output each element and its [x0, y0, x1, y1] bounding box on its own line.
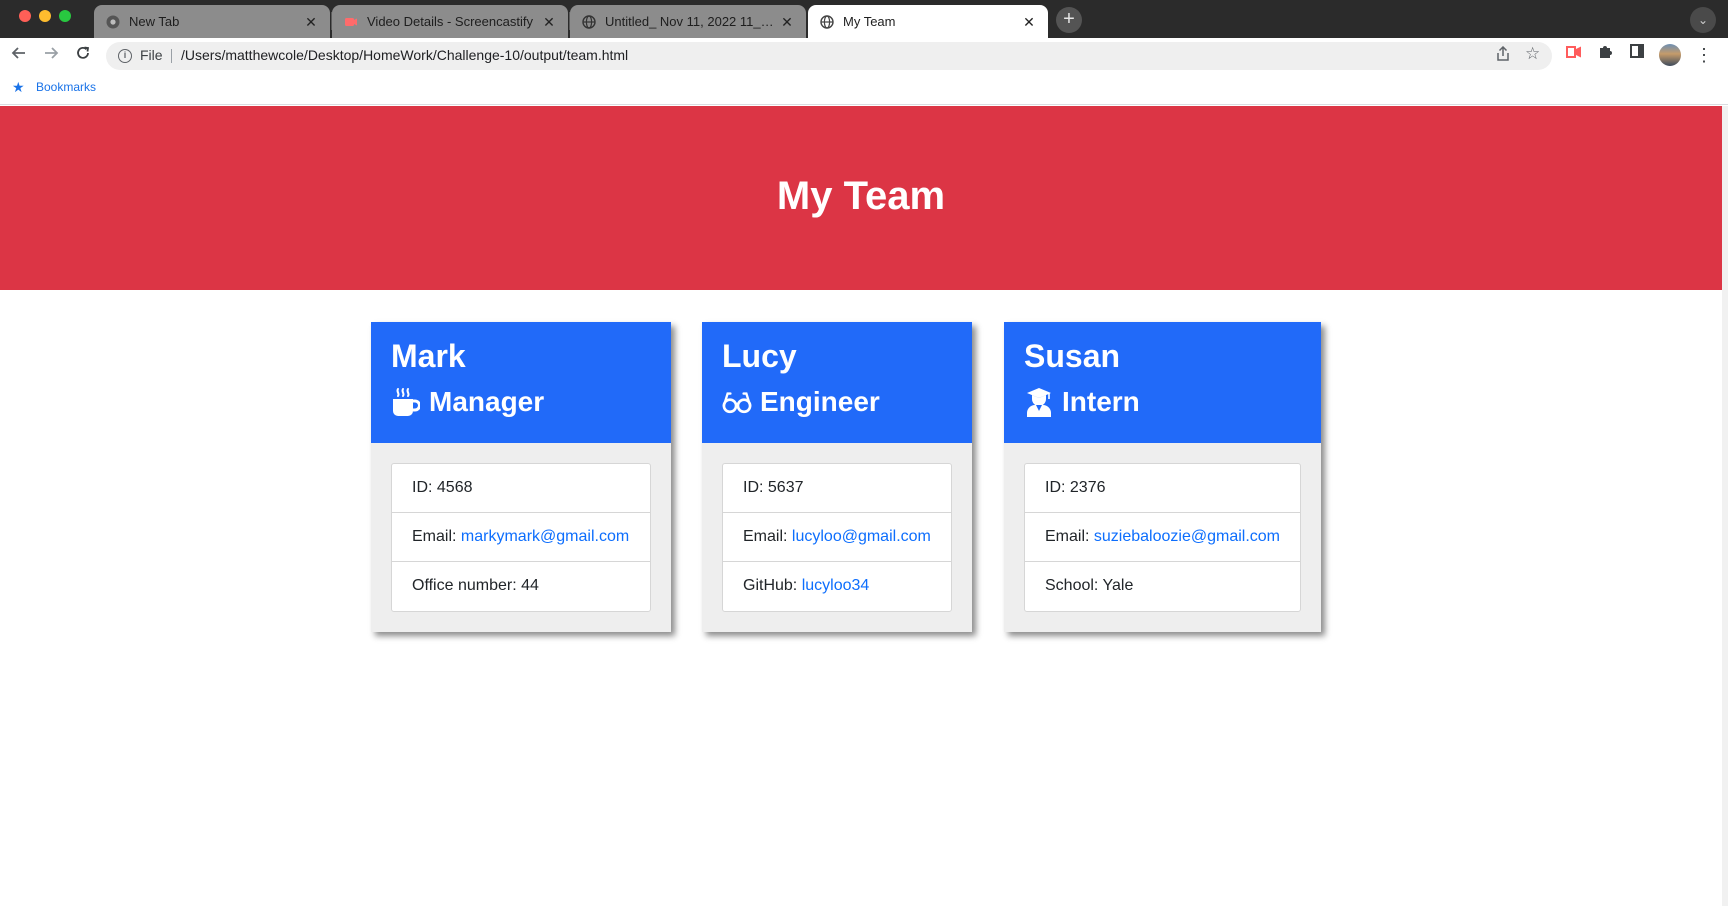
id-label: ID:	[412, 479, 433, 496]
tab-title: New Tab	[129, 14, 180, 29]
tab-untitled[interactable]: Untitled_ Nov 11, 2022 11_59 ✕	[570, 5, 806, 38]
employee-details-list: ID: 5637 Email: lucyloo@gmail.com GitHub…	[722, 463, 952, 612]
tab-title: Untitled_ Nov 11, 2022 11_59	[605, 14, 774, 29]
side-panel-icon[interactable]	[1625, 43, 1649, 67]
email-label: Email:	[412, 528, 457, 545]
reload-button[interactable]	[71, 43, 95, 67]
tab-search-button[interactable]: ⌄	[1690, 7, 1716, 33]
address-divider	[171, 49, 172, 63]
page-header: My Team	[0, 106, 1722, 290]
role-label: Manager	[429, 386, 545, 417]
close-tab-icon[interactable]: ✕	[542, 15, 556, 29]
back-button[interactable]	[7, 43, 31, 67]
share-icon[interactable]	[1496, 45, 1510, 65]
office-label: Office number:	[412, 577, 517, 594]
tab-strip: New Tab ✕ Video Details - Screencastify …	[0, 0, 1728, 38]
card-header: Susan Intern	[1004, 322, 1321, 443]
detail-id: ID: 5637	[723, 464, 951, 513]
screencastify-extension-icon[interactable]	[1562, 43, 1586, 67]
email-link[interactable]: suziebaloozie@gmail.com	[1094, 528, 1280, 545]
github-label: GitHub:	[743, 577, 798, 594]
employee-name: Susan	[1024, 338, 1121, 374]
id-label: ID:	[1045, 479, 1066, 496]
detail-office-number: Office number: 44	[392, 562, 650, 611]
detail-id: ID: 4568	[392, 464, 650, 513]
globe-icon	[582, 14, 596, 29]
arrow-left-icon	[11, 47, 25, 59]
detail-id: ID: 2376	[1025, 464, 1300, 513]
role-label: Intern	[1062, 386, 1140, 417]
globe-icon	[820, 14, 834, 29]
address-bar[interactable]: i File /Users/matthewcole/Desktop/HomeWo…	[106, 42, 1552, 70]
screencastify-icon	[344, 15, 358, 29]
school-value: Yale	[1102, 577, 1134, 594]
employee-card-engineer: Lucy Engineer ID: 5637 Email: lucyloo@gm…	[702, 322, 972, 632]
email-link[interactable]: markymark@gmail.com	[461, 528, 629, 545]
arrow-right-icon	[45, 47, 59, 59]
page-scrollbar[interactable]	[1722, 106, 1728, 906]
bookmarks-bar: ★ Bookmarks	[0, 73, 1728, 105]
github-link[interactable]: lucyloo34	[802, 577, 870, 594]
school-label: School:	[1045, 577, 1099, 594]
card-header: Lucy Engineer	[702, 322, 972, 443]
close-tab-icon[interactable]: ✕	[1022, 15, 1036, 29]
email-label: Email:	[743, 528, 788, 545]
id-value: 4568	[436, 479, 473, 496]
close-window-button[interactable]	[19, 10, 31, 22]
detail-email: Email: suziebaloozie@gmail.com	[1025, 513, 1300, 562]
url-text[interactable]: /Users/matthewcole/Desktop/HomeWork/Chal…	[181, 47, 628, 63]
employee-name: Lucy	[722, 338, 797, 374]
page-viewport: My Team Mark Manager ID: 4568 Email: mar…	[0, 106, 1722, 906]
employee-details-list: ID: 4568 Email: markymark@gmail.com Offi…	[391, 463, 651, 612]
tab-title: My Team	[843, 14, 896, 29]
close-tab-icon[interactable]: ✕	[780, 15, 794, 29]
profile-avatar[interactable]	[1659, 44, 1681, 66]
detail-email: Email: lucyloo@gmail.com	[723, 513, 951, 562]
new-tab-button[interactable]: +	[1056, 7, 1082, 33]
employee-role: Intern	[1024, 385, 1140, 419]
employee-role: Engineer	[722, 385, 880, 419]
minimize-window-button[interactable]	[39, 10, 51, 22]
id-value: 2376	[1069, 479, 1106, 496]
office-value: 44	[521, 577, 539, 594]
employee-details-list: ID: 2376 Email: suziebaloozie@gmail.com …	[1024, 463, 1301, 612]
bookmark-star-icon[interactable]: ☆	[1525, 44, 1540, 64]
employee-card-manager: Mark Manager ID: 4568 Email: markymark@g…	[371, 322, 671, 632]
mug-hot-icon	[391, 387, 421, 417]
browser-toolbar: i File /Users/matthewcole/Desktop/HomeWo…	[0, 38, 1728, 73]
info-icon[interactable]: i	[118, 49, 132, 63]
reload-icon	[77, 46, 90, 59]
page-title: My Team	[776, 174, 946, 218]
forward-button[interactable]	[39, 43, 63, 67]
tab-screencastify[interactable]: Video Details - Screencastify ✕	[332, 5, 568, 38]
graduate-icon	[1024, 387, 1054, 417]
detail-email: Email: markymark@gmail.com	[392, 513, 650, 562]
bookmarks-folder[interactable]: Bookmarks	[36, 80, 96, 94]
star-icon: ★	[12, 79, 25, 95]
employee-name: Mark	[391, 338, 466, 374]
chrome-icon	[106, 15, 120, 29]
close-tab-icon[interactable]: ✕	[304, 15, 318, 29]
tab-new-tab[interactable]: New Tab ✕	[94, 5, 330, 38]
zoom-window-button[interactable]	[59, 10, 71, 22]
more-menu-icon[interactable]: ⋮	[1692, 43, 1716, 67]
email-label: Email:	[1045, 528, 1090, 545]
url-scheme-label: File	[140, 47, 163, 63]
card-header: Mark Manager	[371, 322, 671, 443]
tab-title: Video Details - Screencastify	[367, 14, 533, 29]
employee-role: Manager	[391, 385, 544, 419]
id-value: 5637	[767, 479, 804, 496]
role-label: Engineer	[760, 386, 880, 417]
employee-card-intern: Susan Intern ID: 2376 Email: suziebalooz…	[1004, 322, 1321, 632]
detail-github: GitHub: lucyloo34	[723, 562, 951, 611]
glasses-icon	[722, 387, 752, 417]
extensions-puzzle-icon[interactable]	[1593, 43, 1617, 67]
id-label: ID:	[743, 479, 764, 496]
email-link[interactable]: lucyloo@gmail.com	[792, 528, 931, 545]
detail-school: School: Yale	[1025, 562, 1300, 611]
tab-my-team[interactable]: My Team ✕	[808, 5, 1048, 38]
